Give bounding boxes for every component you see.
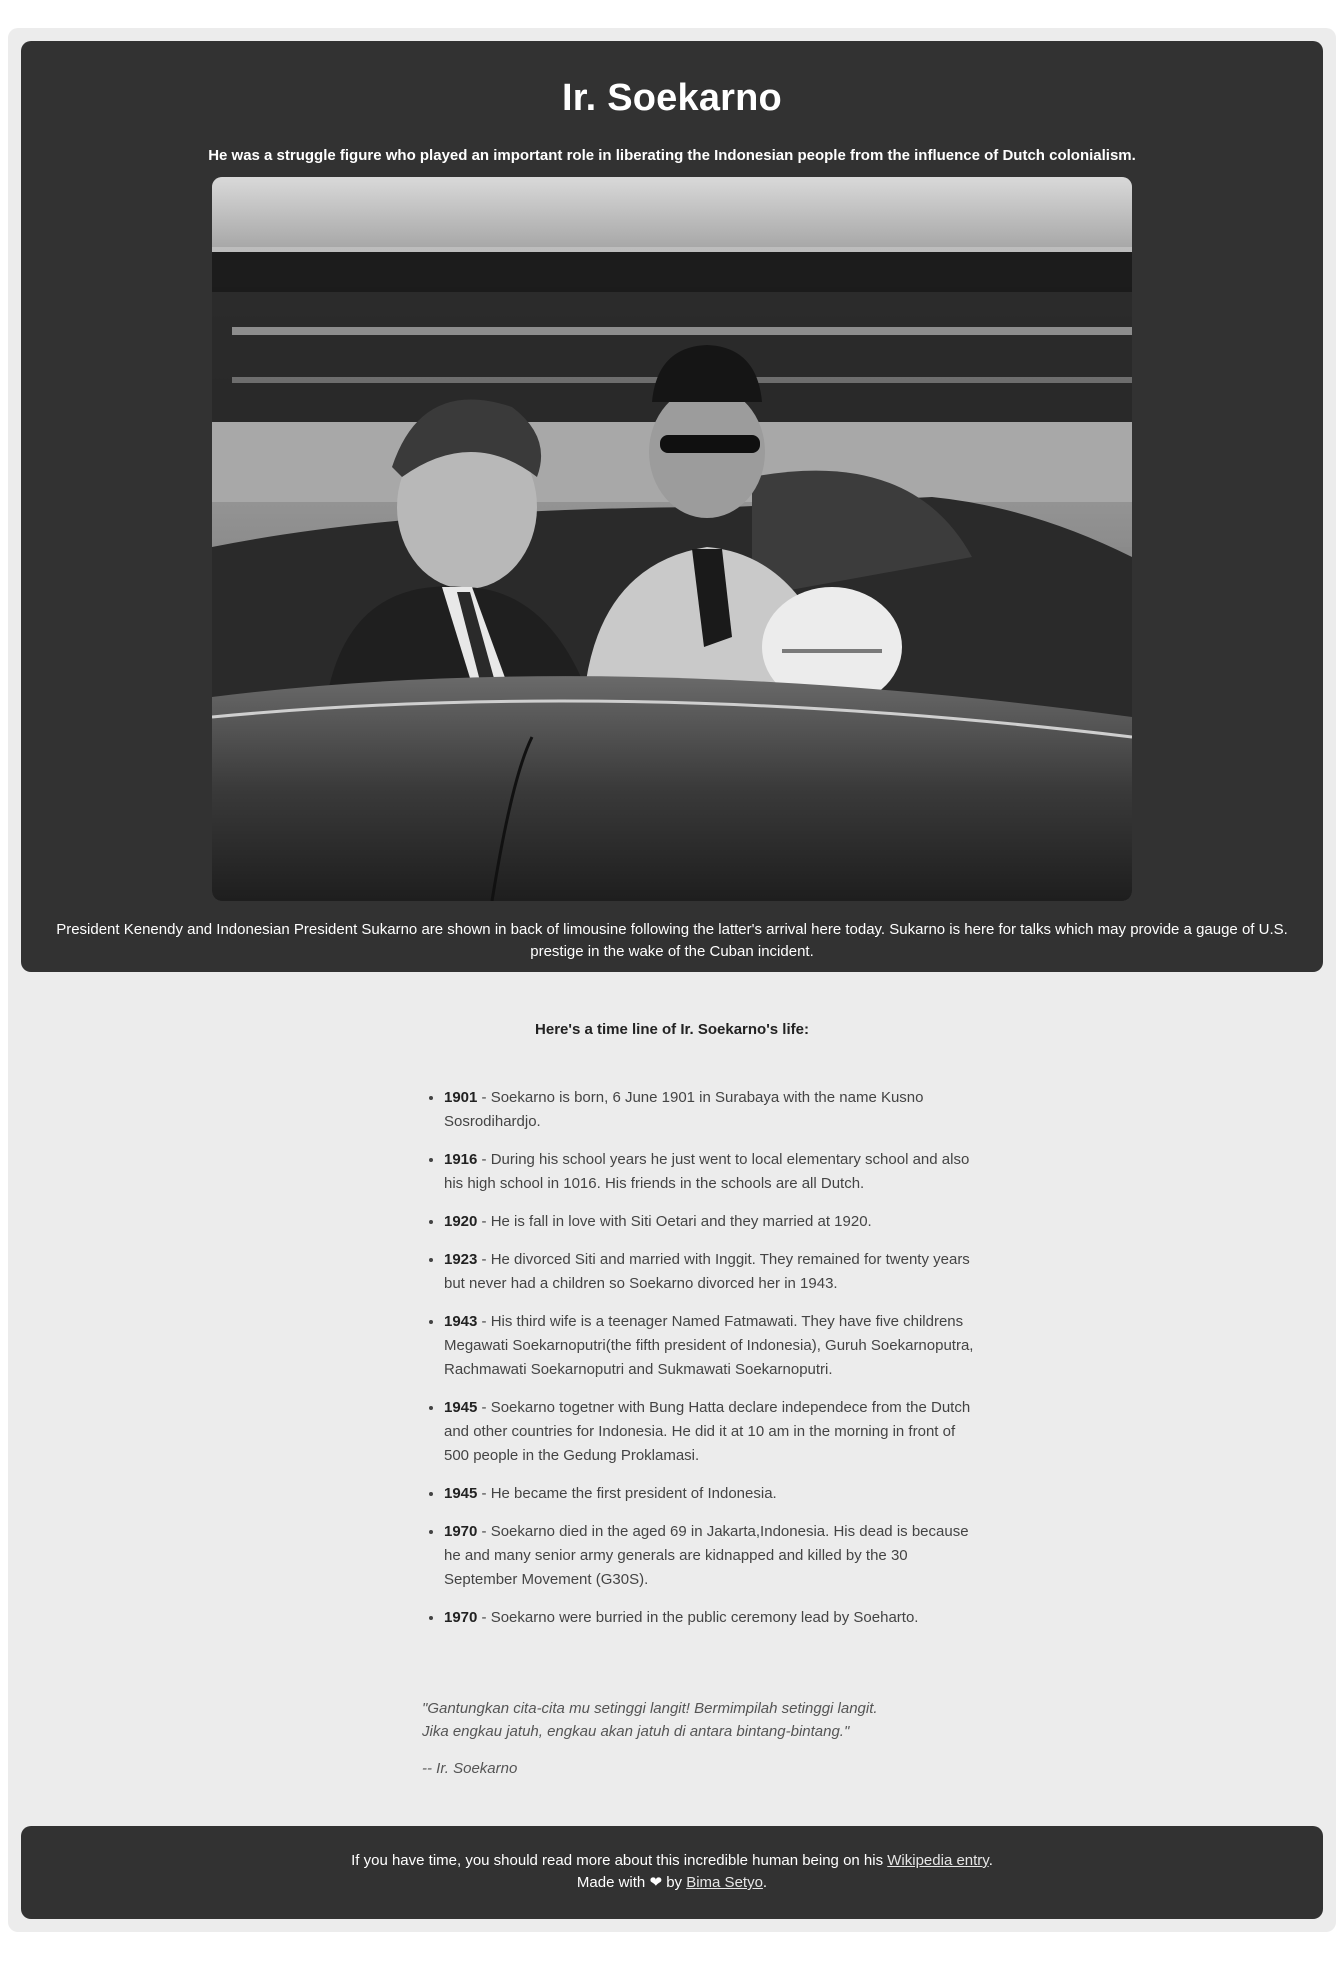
hero-photo <box>212 177 1132 901</box>
footer-end: . <box>762 1874 768 1891</box>
wikipedia-link[interactable]: Wikipedia entry <box>887 1852 988 1869</box>
timeline-text: - Soekarno is born, 6 June 1901 in Surab… <box>444 1089 924 1130</box>
timeline-item: 1945 - Soekarno togetner with Bung Hatta… <box>444 1396 974 1468</box>
timeline-item: 1916 - During his school years he just w… <box>444 1148 974 1196</box>
timeline-item: 1943 - His third wife is a teenager Name… <box>444 1310 974 1382</box>
timeline-year: 1945 <box>444 1399 478 1416</box>
timeline-year: 1970 <box>444 1523 478 1540</box>
page-container: Ir. Soekarno He was a struggle figure wh… <box>8 28 1336 1932</box>
quote-author: -- Ir. Soekarno <box>422 1760 518 1777</box>
footer-text: If you have time, you should read more a… <box>351 1852 888 1869</box>
timeline-text: - Soekarno togetner with Bung Hatta decl… <box>444 1399 971 1464</box>
timeline-text: - He became the first president of Indon… <box>477 1485 777 1502</box>
photo-illustration <box>212 177 1132 901</box>
made-with-text: Made with <box>576 1874 650 1891</box>
timeline-year: 1943 <box>444 1313 478 1330</box>
timeline-year: 1920 <box>444 1213 478 1230</box>
footer-line-2: Made with ❤ by Bima Setyo. <box>21 1872 1323 1894</box>
page-tagline: He was a struggle figure who played an i… <box>208 147 1136 164</box>
timeline-item: 1923 - He divorced Siti and married with… <box>444 1248 974 1296</box>
timeline-item: 1920 - He is fall in love with Siti Oeta… <box>444 1210 974 1234</box>
timeline-year: 1901 <box>444 1089 478 1106</box>
timeline-intro: Here's a time line of Ir. Soekarno's lif… <box>535 1021 809 1038</box>
photo-caption: President Kenendy and Indonesian Preside… <box>56 921 1288 960</box>
timeline-text: - He divorced Siti and married with Ingg… <box>444 1251 970 1292</box>
footer-period: . <box>988 1852 993 1869</box>
timeline-year: 1945 <box>444 1485 478 1502</box>
timeline-text: - Soekarno died in the aged 69 in Jakart… <box>444 1523 969 1588</box>
hero-section: Ir. Soekarno He was a struggle figure wh… <box>21 41 1323 972</box>
page-title: Ir. Soekarno <box>562 77 782 119</box>
timeline-item: 1970 - Soekarno were burried in the publ… <box>444 1606 974 1630</box>
footer-line-1: If you have time, you should read more a… <box>21 1850 1323 1872</box>
author-link[interactable]: Bima Setyo <box>686 1874 763 1891</box>
timeline-item: 1901 - Soekarno is born, 6 June 1901 in … <box>444 1086 974 1134</box>
timeline-list: 1901 - Soekarno is born, 6 June 1901 in … <box>420 1086 974 1644</box>
timeline-item: 1945 - He became the first president of … <box>444 1482 974 1506</box>
quote-block: "Gantungkan cita-cita mu setinggi langit… <box>422 1697 982 1780</box>
timeline-text: - He is fall in love with Siti Oetari an… <box>477 1213 872 1230</box>
heart-icon: ❤ <box>649 1874 663 1891</box>
quote-line: Jika engkau jatuh, engkau akan jatuh di … <box>422 1723 850 1740</box>
timeline-year: 1970 <box>444 1609 478 1626</box>
footer: If you have time, you should read more a… <box>21 1826 1323 1919</box>
by-text: by <box>662 1874 687 1891</box>
timeline-text: - During his school years he just went t… <box>444 1151 970 1192</box>
timeline-year: 1923 <box>444 1251 478 1268</box>
timeline-text: - His third wife is a teenager Named Fat… <box>444 1313 974 1378</box>
timeline-year: 1916 <box>444 1151 478 1168</box>
timeline-item: 1970 - Soekarno died in the aged 69 in J… <box>444 1520 974 1592</box>
quote-line: "Gantungkan cita-cita mu setinggi langit… <box>422 1700 878 1717</box>
timeline-text: - Soekarno were burried in the public ce… <box>477 1609 919 1626</box>
